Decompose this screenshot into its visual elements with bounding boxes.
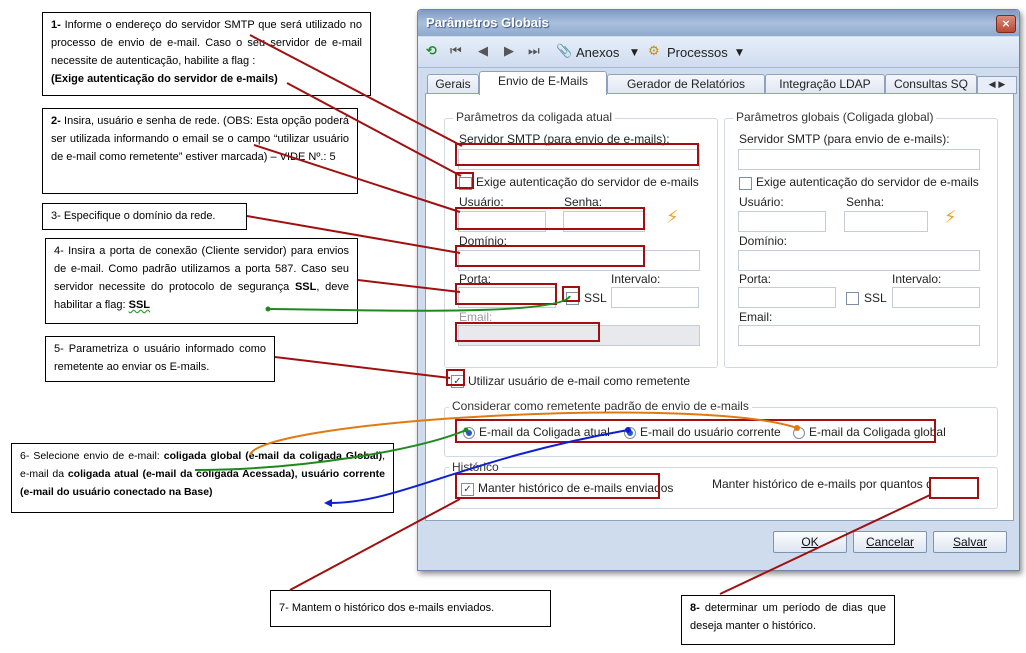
title-bar: Parâmetros Globais × <box>418 10 1019 36</box>
port-label: Porta: <box>739 272 772 286</box>
interval-label: Intervalo: <box>892 272 942 286</box>
callout-bold: coligada global (e-mail da coligada Glob… <box>163 450 383 462</box>
first-record-icon[interactable]: ⏮ <box>450 44 462 59</box>
tab-gerais[interactable]: Gerais <box>427 74 479 94</box>
tab-integracao-ldap[interactable]: Integração LDAP <box>765 74 885 94</box>
auth-label: Exige autenticação do servidor de e-mail… <box>476 175 699 189</box>
lightning-icon[interactable]: ⚡ <box>944 207 957 228</box>
toolbar: ⟲ ⏮ ◀ ▶ ⏭ 📎 Anexos ▼ ⚙ Processos ▼ <box>418 37 1019 68</box>
refresh-icon[interactable]: ⟲ <box>426 44 437 59</box>
highlight-ssl <box>562 286 580 302</box>
callout-6: 6- Selecione envio de e-mail: coligada g… <box>11 443 394 513</box>
processos-menu[interactable]: Processos <box>667 45 728 60</box>
callout-7: 7- Mantem o histórico dos e-mails enviad… <box>270 590 551 627</box>
highlight-keep-history <box>455 473 660 499</box>
callout-bold: SSL <box>128 299 151 311</box>
highlight-user-password <box>455 207 645 230</box>
group-title: Parâmetros da coligada atual <box>453 110 616 124</box>
global-port-input[interactable] <box>738 287 836 308</box>
tab-envio-emails[interactable]: Envio de E-Mails <box>479 71 607 95</box>
callout-text: 5- Parametriza o usuário informado como … <box>54 343 266 373</box>
global-domain-input[interactable] <box>738 250 980 271</box>
callout-2: 2- Insira, usuário e senha de rede. (OBS… <box>42 108 358 194</box>
callout-number: 2- <box>51 115 61 127</box>
use-user-email-label: Utilizar usuário de e-mail como remetent… <box>468 374 691 388</box>
password-label: Senha: <box>846 195 885 209</box>
anexos-menu[interactable]: Anexos <box>576 45 619 60</box>
callout-8: 8- determinar um período de dias que des… <box>681 595 895 645</box>
next-record-icon[interactable]: ▶ <box>504 44 514 59</box>
highlight-auth <box>455 172 474 189</box>
highlight-history-days <box>929 477 979 499</box>
interval-input[interactable] <box>611 287 699 308</box>
save-button[interactable]: Salvar <box>933 531 1007 553</box>
lightning-icon[interactable]: ⚡ <box>666 207 679 228</box>
window-title: Parâmetros Globais <box>426 15 549 30</box>
tab-bar: Gerais Envio de E-Mails Gerador de Relat… <box>418 69 1019 95</box>
callout-text: Informe o endereço do servidor SMTP que … <box>51 19 362 67</box>
global-auth-checkbox[interactable] <box>739 177 752 190</box>
close-button[interactable]: × <box>996 15 1016 33</box>
auth-label: Exige autenticação do servidor de e-mail… <box>756 175 979 189</box>
tab-consultas-sql[interactable]: Consultas SQ <box>885 74 977 94</box>
domain-label: Domínio: <box>739 234 788 248</box>
global-email-input[interactable] <box>738 325 980 346</box>
callout-4: 4- Insira a porta de conexão (Cliente se… <box>45 238 358 324</box>
tab-scroll-arrows[interactable]: ◀ ▶ <box>977 76 1017 94</box>
highlight-use-user-email <box>446 369 465 386</box>
gears-icon: ⚙ <box>648 44 660 59</box>
callout-text: Insira, usuário e senha de rede. (OBS: E… <box>51 115 349 163</box>
paperclip-icon: 📎 <box>556 44 573 59</box>
callout-3: 3- Especifique o domínio da rede. <box>42 203 247 230</box>
callout-1: 1- Informe o endereço do servidor SMTP q… <box>42 12 371 96</box>
chevron-down-icon[interactable]: ▼ <box>631 48 638 58</box>
interval-label: Intervalo: <box>611 272 661 286</box>
callout-text: determinar um período de dias que deseja… <box>690 602 886 632</box>
global-interval-input[interactable] <box>892 287 980 308</box>
email-label: Email: <box>739 310 773 324</box>
user-label: Usuário: <box>739 195 784 209</box>
tab-gerador-relatorios[interactable]: Gerador de Relatórios <box>607 74 765 94</box>
global-password-input[interactable] <box>844 211 928 232</box>
ssl-label: SSL <box>584 291 607 305</box>
callout-bold: (Exige autenticação do servidor de e-mai… <box>51 73 278 85</box>
callout-bold: coligada atual (e-mail da coligada Acess… <box>20 468 386 498</box>
ok-button[interactable]: OK <box>773 531 847 553</box>
chevron-down-icon[interactable]: ▼ <box>736 48 743 58</box>
cancel-button[interactable]: Cancelar <box>853 531 927 553</box>
group-title: Considerar como remetente padrão de envi… <box>449 399 752 413</box>
group-title: Parâmetros globais (Coligada global) <box>733 110 937 124</box>
highlight-port <box>455 283 557 305</box>
group-title: Histórico <box>449 460 502 474</box>
highlight-email <box>455 322 600 342</box>
highlight-domain <box>455 245 645 267</box>
previous-record-icon[interactable]: ◀ <box>478 44 488 59</box>
highlight-sender-options <box>455 419 936 443</box>
callout-5: 5- Parametriza o usuário informado como … <box>45 336 275 382</box>
highlight-smtp <box>455 143 699 166</box>
ssl-label: SSL <box>864 291 887 305</box>
smtp-label: Servidor SMTP (para envio de e-mails): <box>739 132 950 146</box>
callout-bold: SSL <box>294 281 317 293</box>
history-days-label: Manter histórico de e-mails por quantos … <box>712 477 952 491</box>
callout-number: 1- <box>51 19 61 31</box>
callout-text: 7- Mantem o histórico dos e-mails enviad… <box>279 602 495 614</box>
global-user-input[interactable] <box>738 211 826 232</box>
last-record-icon[interactable]: ⏭ <box>528 44 540 59</box>
global-ssl-checkbox[interactable] <box>846 292 859 305</box>
callout-number: 8- <box>690 602 700 614</box>
callout-text: 6- Selecione envio de e-mail: <box>20 450 160 462</box>
global-smtp-server-input[interactable] <box>738 149 980 170</box>
callout-text: 3- Especifique o domínio da rede. <box>51 210 216 222</box>
